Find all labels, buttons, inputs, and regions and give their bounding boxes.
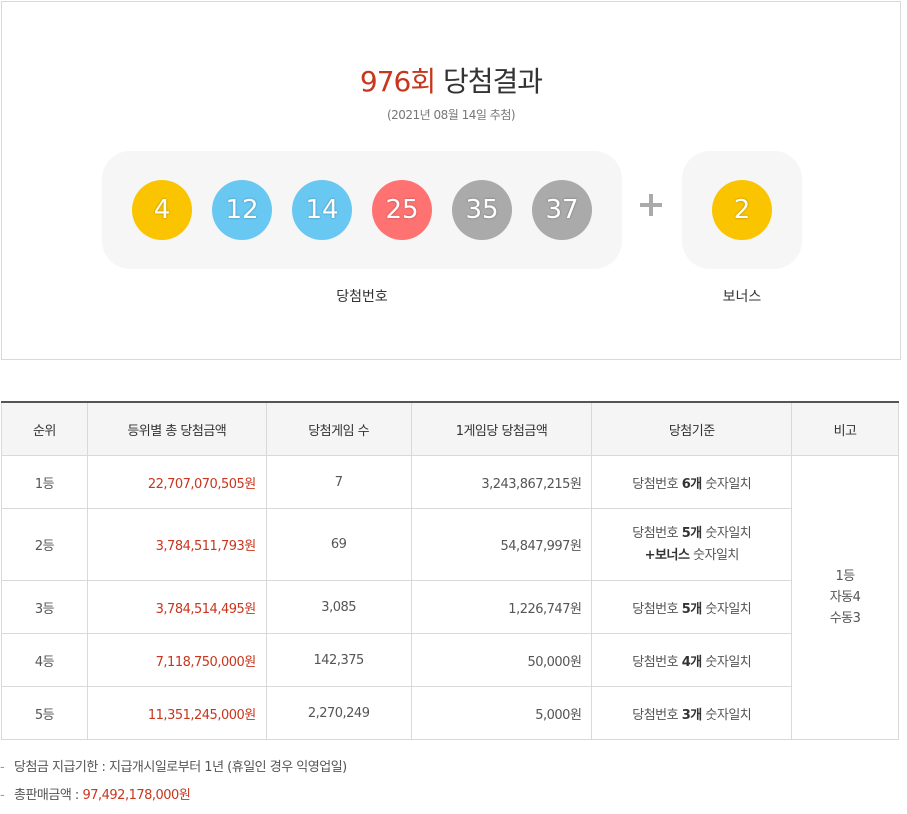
criteria-text: 당첨번호 (632, 476, 682, 492)
rank-cell: 2등 (1, 508, 88, 581)
bullet-dash-icon: - (0, 760, 5, 775)
header-rank: 순위 (1, 401, 88, 456)
criteria-text: 당첨번호 (632, 707, 682, 723)
winning-ball-5: 35 (452, 180, 512, 240)
winning-ball-3: 14 (292, 180, 352, 240)
criteria-count: 5개 (681, 525, 703, 541)
prize-per-game-cell: 50,000원 (410, 633, 593, 687)
note-line: 자동4 (829, 590, 861, 605)
winning-ball-6: 37 (532, 180, 592, 240)
prize-per-game-cell: 54,847,997원 (410, 508, 593, 581)
criteria-text: 숫자일치 (701, 654, 752, 670)
table-header-row: 순위 등위별 총 당첨금액 당첨게임 수 1게임당 당첨금액 당첨기준 비고 (1, 401, 899, 456)
criteria-text: 숫자일치 (701, 601, 752, 617)
header-criteria: 당첨기준 (591, 401, 793, 456)
winning-games-cell: 142,375 (265, 633, 412, 687)
winning-games-cell: 7 (265, 455, 412, 509)
rank-cell: 4등 (1, 633, 88, 687)
criteria-bonus: +보너스 (644, 547, 690, 563)
criteria-text: 숫자일치 (701, 707, 752, 723)
criteria-cell: 당첨번호 5개 숫자일치 (591, 580, 793, 634)
prize-table: 순위 등위별 총 당첨금액 당첨게임 수 1게임당 당첨금액 당첨기준 비고 1… (1, 401, 899, 740)
table-row: 5등 11,351,245,000원 2,270,249 5,000원 당첨번호… (1, 686, 899, 740)
page-title: 976회 당첨결과 (2, 60, 900, 100)
prize-per-game-cell: 1,226,747원 (410, 580, 593, 634)
header-prize-per-game: 1게임당 당첨금액 (410, 401, 593, 456)
note-line: 수동3 (829, 611, 861, 626)
header-winning-games: 당첨게임 수 (265, 401, 412, 456)
total-prize-cell: 3,784,514,495원 (86, 580, 267, 634)
winning-ball-4: 25 (372, 180, 432, 240)
total-sales-label: 총판매금액 : (14, 788, 83, 803)
winning-games-cell: 3,085 (265, 580, 412, 634)
criteria-count: 3개 (681, 707, 703, 723)
prize-per-game-cell: 3,243,867,215원 (410, 455, 593, 509)
notes-list: - 당첨금 지급기한 : 지급개시일로부터 1년 (휴일인 경우 익영업일) -총… (0, 758, 347, 814)
table-row: 4등 7,118,750,000원 142,375 50,000원 당첨번호 4… (1, 633, 899, 687)
list-item: - 총판매금액 : 97,492,178,000원 (0, 786, 347, 814)
criteria-text: 당첨번호 (632, 654, 682, 670)
bonus-ball: 2 (712, 180, 772, 240)
draw-date: (2021년 08월 14일 추첨) (386, 108, 516, 122)
note-cell: 1등 자동4 수동3 (791, 455, 899, 740)
criteria-text: 숫자일치 (689, 547, 739, 563)
bonus-number-panel: 2 (682, 151, 802, 269)
winning-games-cell: 2,270,249 (265, 686, 412, 740)
plus-icon (640, 192, 666, 218)
winning-ball-2: 12 (212, 180, 272, 240)
table-row: 2등 3,784,511,793원 69 54,847,997원 당첨번호 5개… (1, 508, 899, 581)
draw-result-panel: 976회 당첨결과 (2021년 08월 14일 추첨) 4 12 14 25 … (1, 1, 901, 360)
total-prize-cell: 3,784,511,793원 (86, 508, 267, 581)
criteria-text: 당첨번호 (632, 525, 682, 541)
header-note: 비고 (791, 401, 899, 456)
header-total-prize: 등위별 총 당첨금액 (86, 401, 267, 456)
criteria-count: 4개 (681, 654, 703, 670)
total-prize-cell: 11,351,245,000원 (86, 686, 267, 740)
criteria-text: 숫자일치 (701, 476, 752, 492)
round-number: 976회 (359, 65, 436, 98)
bullet-dash-icon: - (0, 788, 5, 803)
payment-deadline-note: 당첨금 지급기한 : 지급개시일로부터 1년 (휴일인 경우 익영업일) (14, 760, 347, 775)
prize-per-game-cell: 5,000원 (410, 686, 593, 740)
winning-ball-1: 4 (132, 180, 192, 240)
list-item: - 당첨금 지급기한 : 지급개시일로부터 1년 (휴일인 경우 익영업일) (0, 758, 347, 786)
rank-cell: 3등 (1, 580, 88, 634)
criteria-cell: 당첨번호 5개 숫자일치 +보너스 숫자일치 (591, 508, 793, 581)
bonus-label: 보너스 (722, 289, 762, 305)
winning-numbers-label: 당첨번호 (336, 289, 388, 305)
criteria-cell: 당첨번호 6개 숫자일치 (591, 455, 793, 509)
criteria-count: 6개 (681, 476, 703, 492)
criteria-text: 숫자일치 (701, 525, 752, 541)
winning-numbers-panel: 4 12 14 25 35 37 (102, 151, 622, 269)
criteria-count: 5개 (681, 601, 703, 617)
criteria-cell: 당첨번호 4개 숫자일치 (591, 633, 793, 687)
table-row: 3등 3,784,514,495원 3,085 1,226,747원 당첨번호 … (1, 580, 899, 634)
table-row: 1등 22,707,070,505원 7 3,243,867,215원 당첨번호… (1, 455, 899, 740)
rank-cell: 5등 (1, 686, 88, 740)
total-prize-cell: 22,707,070,505원 (86, 455, 267, 509)
total-prize-cell: 7,118,750,000원 (86, 633, 267, 687)
winning-games-cell: 69 (265, 508, 412, 581)
criteria-text: 당첨번호 (632, 601, 682, 617)
note-line: 1등 (835, 569, 855, 584)
rank-cell: 1등 (1, 455, 88, 509)
total-sales-value: 97,492,178,000원 (82, 788, 191, 803)
criteria-cell: 당첨번호 3개 숫자일치 (591, 686, 793, 740)
title-suffix: 당첨결과 (443, 65, 543, 98)
